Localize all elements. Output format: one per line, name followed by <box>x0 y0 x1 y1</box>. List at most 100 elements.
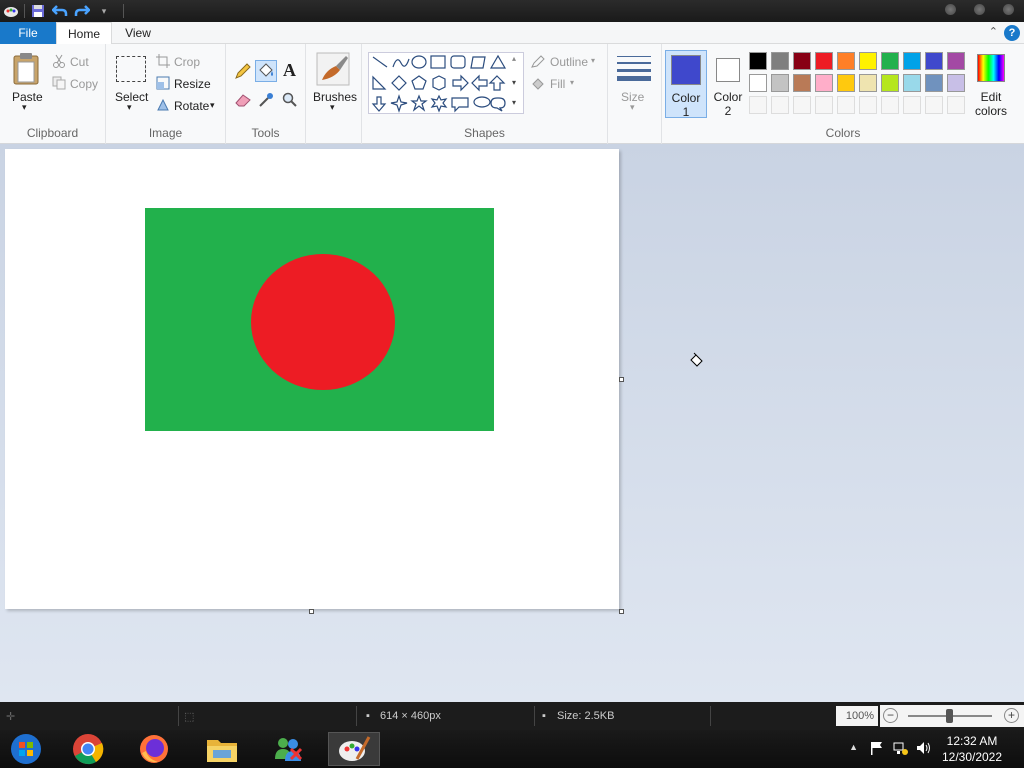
palette-swatch[interactable] <box>771 74 789 92</box>
palette-swatch[interactable] <box>837 52 855 70</box>
palette-swatch[interactable] <box>749 74 767 92</box>
zoom-thumb[interactable] <box>946 709 953 723</box>
palette-swatch[interactable] <box>815 52 833 70</box>
taskbar-clock[interactable]: 12:32 AM 12/30/2022 <box>932 733 1012 765</box>
tab-home[interactable]: Home <box>56 22 112 44</box>
tab-view[interactable]: View <box>112 22 164 44</box>
palette-swatch[interactable] <box>947 52 965 70</box>
text-tool-icon[interactable]: A <box>283 60 296 81</box>
brushes-icon[interactable] <box>316 52 350 89</box>
paint-taskbar-icon[interactable] <box>328 732 380 766</box>
color-1-button[interactable]: Color 1 <box>665 50 707 119</box>
clock-date: 12/30/2022 <box>941 750 1003 764</box>
palette-empty-swatch[interactable] <box>881 96 899 114</box>
zoom-slider[interactable]: − + <box>880 705 1024 727</box>
palette-swatch[interactable] <box>749 52 767 70</box>
size-dropdown-icon[interactable]: ▾ <box>630 102 635 113</box>
palette-swatch[interactable] <box>837 74 855 92</box>
palette-empty-swatch[interactable] <box>947 96 965 114</box>
canvas-resize-handle-bottom[interactable] <box>309 609 314 614</box>
fill-bucket-icon[interactable] <box>255 60 277 82</box>
chrome-taskbar-icon[interactable] <box>62 732 114 766</box>
rotate-dropdown-icon[interactable]: ▾ <box>210 100 215 111</box>
palette-empty-swatch[interactable] <box>903 96 921 114</box>
palette-empty-swatch[interactable] <box>925 96 943 114</box>
customize-toolbar-icon[interactable]: ▾ <box>95 2 113 20</box>
brushes-group: Brushes ▾ <box>306 44 362 144</box>
palette-empty-swatch[interactable] <box>771 96 789 114</box>
collapse-ribbon-icon[interactable]: ⌃ <box>989 25 998 38</box>
canvas-resize-handle-corner[interactable] <box>619 609 624 614</box>
crop-button[interactable]: Crop <box>174 55 200 69</box>
select-dropdown-icon[interactable]: ▾ <box>127 102 132 113</box>
palette-empty-swatch[interactable] <box>837 96 855 114</box>
messenger-taskbar-icon[interactable] <box>262 732 314 766</box>
outline-button[interactable]: Outline <box>550 55 588 69</box>
palette-swatch[interactable] <box>925 74 943 92</box>
palette-swatch[interactable] <box>881 74 899 92</box>
close-button[interactable] <box>1003 4 1014 15</box>
drawing-canvas[interactable] <box>5 149 619 609</box>
paste-button[interactable]: Paste <box>12 90 43 104</box>
taskbar: ▲ 12:32 AM 12/30/2022 <box>0 730 1024 768</box>
palette-swatch[interactable] <box>903 52 921 70</box>
palette-swatch[interactable] <box>815 74 833 92</box>
outline-dropdown-icon[interactable]: ▾ <box>591 56 595 65</box>
palette-swatch[interactable] <box>771 52 789 70</box>
palette-empty-swatch[interactable] <box>793 96 811 114</box>
size-icon[interactable] <box>617 54 651 85</box>
rotate-button[interactable]: Rotate <box>174 99 209 113</box>
palette-swatch[interactable] <box>793 74 811 92</box>
minimize-button[interactable] <box>945 4 956 15</box>
zoom-in-button[interactable]: + <box>1004 708 1019 723</box>
palette-swatch[interactable] <box>859 52 877 70</box>
paste-dropdown-icon[interactable]: ▾ <box>22 102 27 113</box>
palette-swatch[interactable] <box>903 74 921 92</box>
edit-colors-button[interactable]: Edit colors <box>968 50 1020 120</box>
shapes-more-icon[interactable]: ▾ <box>512 98 516 107</box>
resize-button[interactable]: Resize <box>174 77 211 91</box>
start-button[interactable] <box>0 732 52 766</box>
palette-empty-swatch[interactable] <box>815 96 833 114</box>
tab-file[interactable]: File <box>0 22 56 44</box>
colors-group: Color 1 Color 2 Edit colors Colors <box>662 44 1024 144</box>
brushes-dropdown-icon[interactable]: ▾ <box>330 102 335 113</box>
paint-app-icon[interactable] <box>2 2 20 20</box>
palette-empty-swatch[interactable] <box>859 96 877 114</box>
palette-swatch[interactable] <box>925 52 943 70</box>
eraser-icon[interactable] <box>234 92 252 111</box>
tools-group: A Tools <box>226 44 306 144</box>
volume-icon[interactable] <box>916 741 932 758</box>
palette-empty-swatch[interactable] <box>749 96 767 114</box>
palette-swatch[interactable] <box>947 74 965 92</box>
brushes-button[interactable]: Brushes <box>313 90 357 104</box>
paste-icon[interactable] <box>12 52 40 89</box>
select-icon[interactable] <box>116 56 146 82</box>
undo-icon[interactable] <box>51 2 69 20</box>
fill-dropdown-icon[interactable]: ▾ <box>570 78 574 87</box>
firefox-taskbar-icon[interactable] <box>128 732 180 766</box>
pencil-icon[interactable] <box>234 62 252 83</box>
fill-button[interactable]: Fill <box>550 77 565 91</box>
copy-button[interactable]: Copy <box>70 77 98 91</box>
magnifier-icon[interactable] <box>282 92 298 111</box>
color-2-button[interactable]: Color 2 <box>708 50 748 118</box>
save-icon[interactable] <box>29 2 47 20</box>
shapes-scroll-up-icon[interactable]: ▴ <box>512 54 516 63</box>
action-center-flag-icon[interactable] <box>870 741 884 758</box>
zoom-out-button[interactable]: − <box>883 708 898 723</box>
maximize-button[interactable] <box>974 4 985 15</box>
palette-swatch[interactable] <box>881 52 899 70</box>
color-picker-icon[interactable] <box>258 92 274 111</box>
cut-button[interactable]: Cut <box>70 55 89 69</box>
show-hidden-icons-icon[interactable]: ▲ <box>849 742 858 752</box>
shapes-gallery[interactable] <box>368 52 524 114</box>
redo-icon[interactable] <box>73 2 91 20</box>
canvas-resize-handle-right[interactable] <box>619 377 624 382</box>
help-icon[interactable]: ? <box>1004 25 1020 41</box>
file-explorer-taskbar-icon[interactable] <box>196 732 248 766</box>
palette-swatch[interactable] <box>793 52 811 70</box>
network-icon[interactable] <box>892 741 908 758</box>
shapes-scroll-down-icon[interactable]: ▾ <box>512 78 516 87</box>
palette-swatch[interactable] <box>859 74 877 92</box>
